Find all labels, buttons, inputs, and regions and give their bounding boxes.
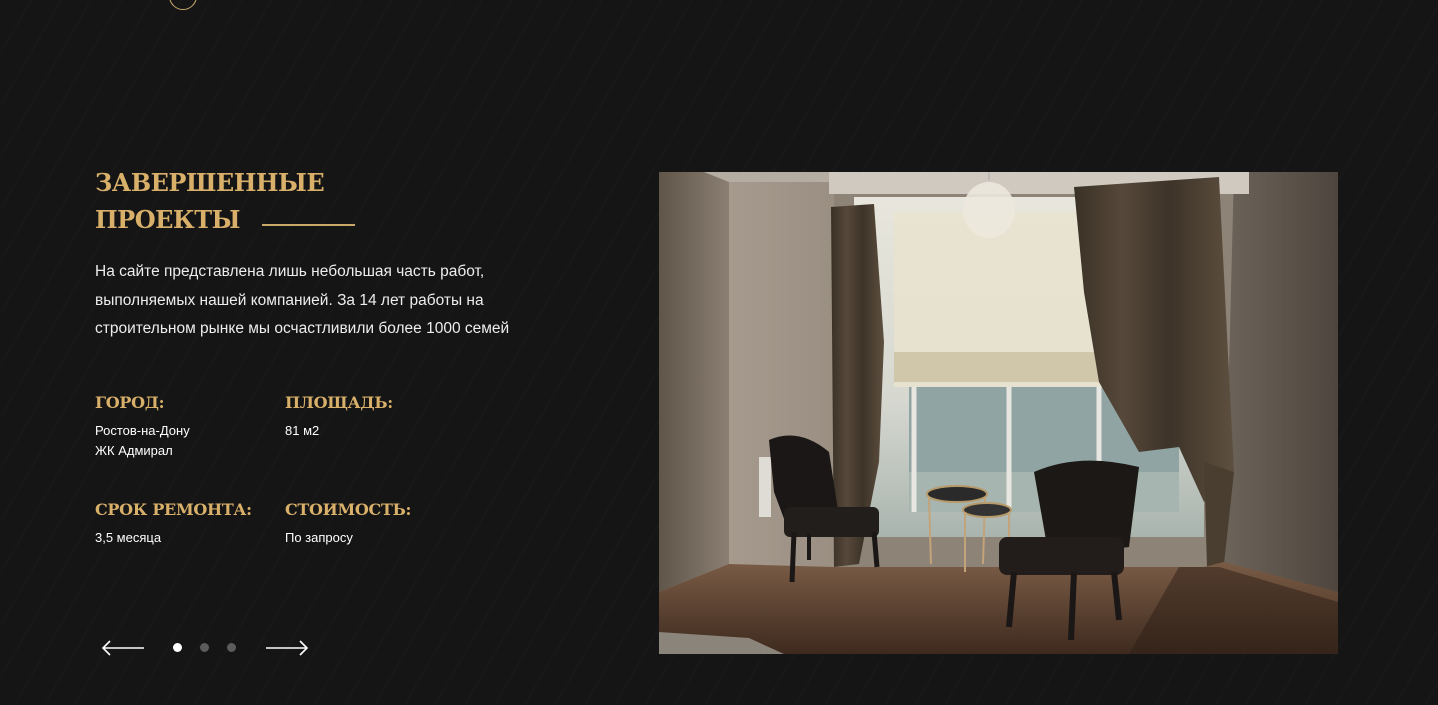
arrow-right-icon xyxy=(266,640,309,656)
section-title-line-2: ПРОЕКТЫ xyxy=(95,205,240,234)
prev-slide-button[interactable] xyxy=(100,636,146,660)
duration-value: 3,5 месяца xyxy=(95,530,162,545)
city-value-line-1: Ростов-на-Дону xyxy=(95,423,190,438)
city-value-line-2: ЖК Адмирал xyxy=(95,443,173,458)
section-title-line-1: ЗАВЕРШЕННЫЕ xyxy=(95,168,325,197)
slider-dot-2[interactable] xyxy=(200,643,209,652)
slider-dot-1[interactable] xyxy=(173,643,182,652)
completed-projects-section: ЗАВЕРШЕННЫЕ ПРОЕКТЫ На сайте представлен… xyxy=(0,0,1438,705)
duration-label: СРОК РЕМОНТА: xyxy=(95,500,252,519)
project-photo xyxy=(659,172,1338,654)
slider-navigation xyxy=(100,636,312,660)
slider-dot-3[interactable] xyxy=(227,643,236,652)
area-label: ПЛОЩАДЬ: xyxy=(285,393,393,412)
title-underline-divider xyxy=(262,224,355,226)
next-slide-button[interactable] xyxy=(264,636,310,660)
city-label: ГОРОД: xyxy=(95,393,165,412)
section-title: ЗАВЕРШЕННЫЕ ПРОЕКТЫ xyxy=(95,164,325,238)
area-value: 81 м2 xyxy=(285,423,320,438)
price-value: По запросу xyxy=(285,530,353,545)
section-description: На сайте представлена лишь небольшая час… xyxy=(95,263,510,337)
price-label: СТОИМОСТЬ: xyxy=(285,500,412,519)
city-value: Ростов-на-Дону ЖК Адмирал xyxy=(95,421,190,461)
arrow-left-icon xyxy=(101,640,144,656)
circle-ornament-icon xyxy=(169,0,197,10)
